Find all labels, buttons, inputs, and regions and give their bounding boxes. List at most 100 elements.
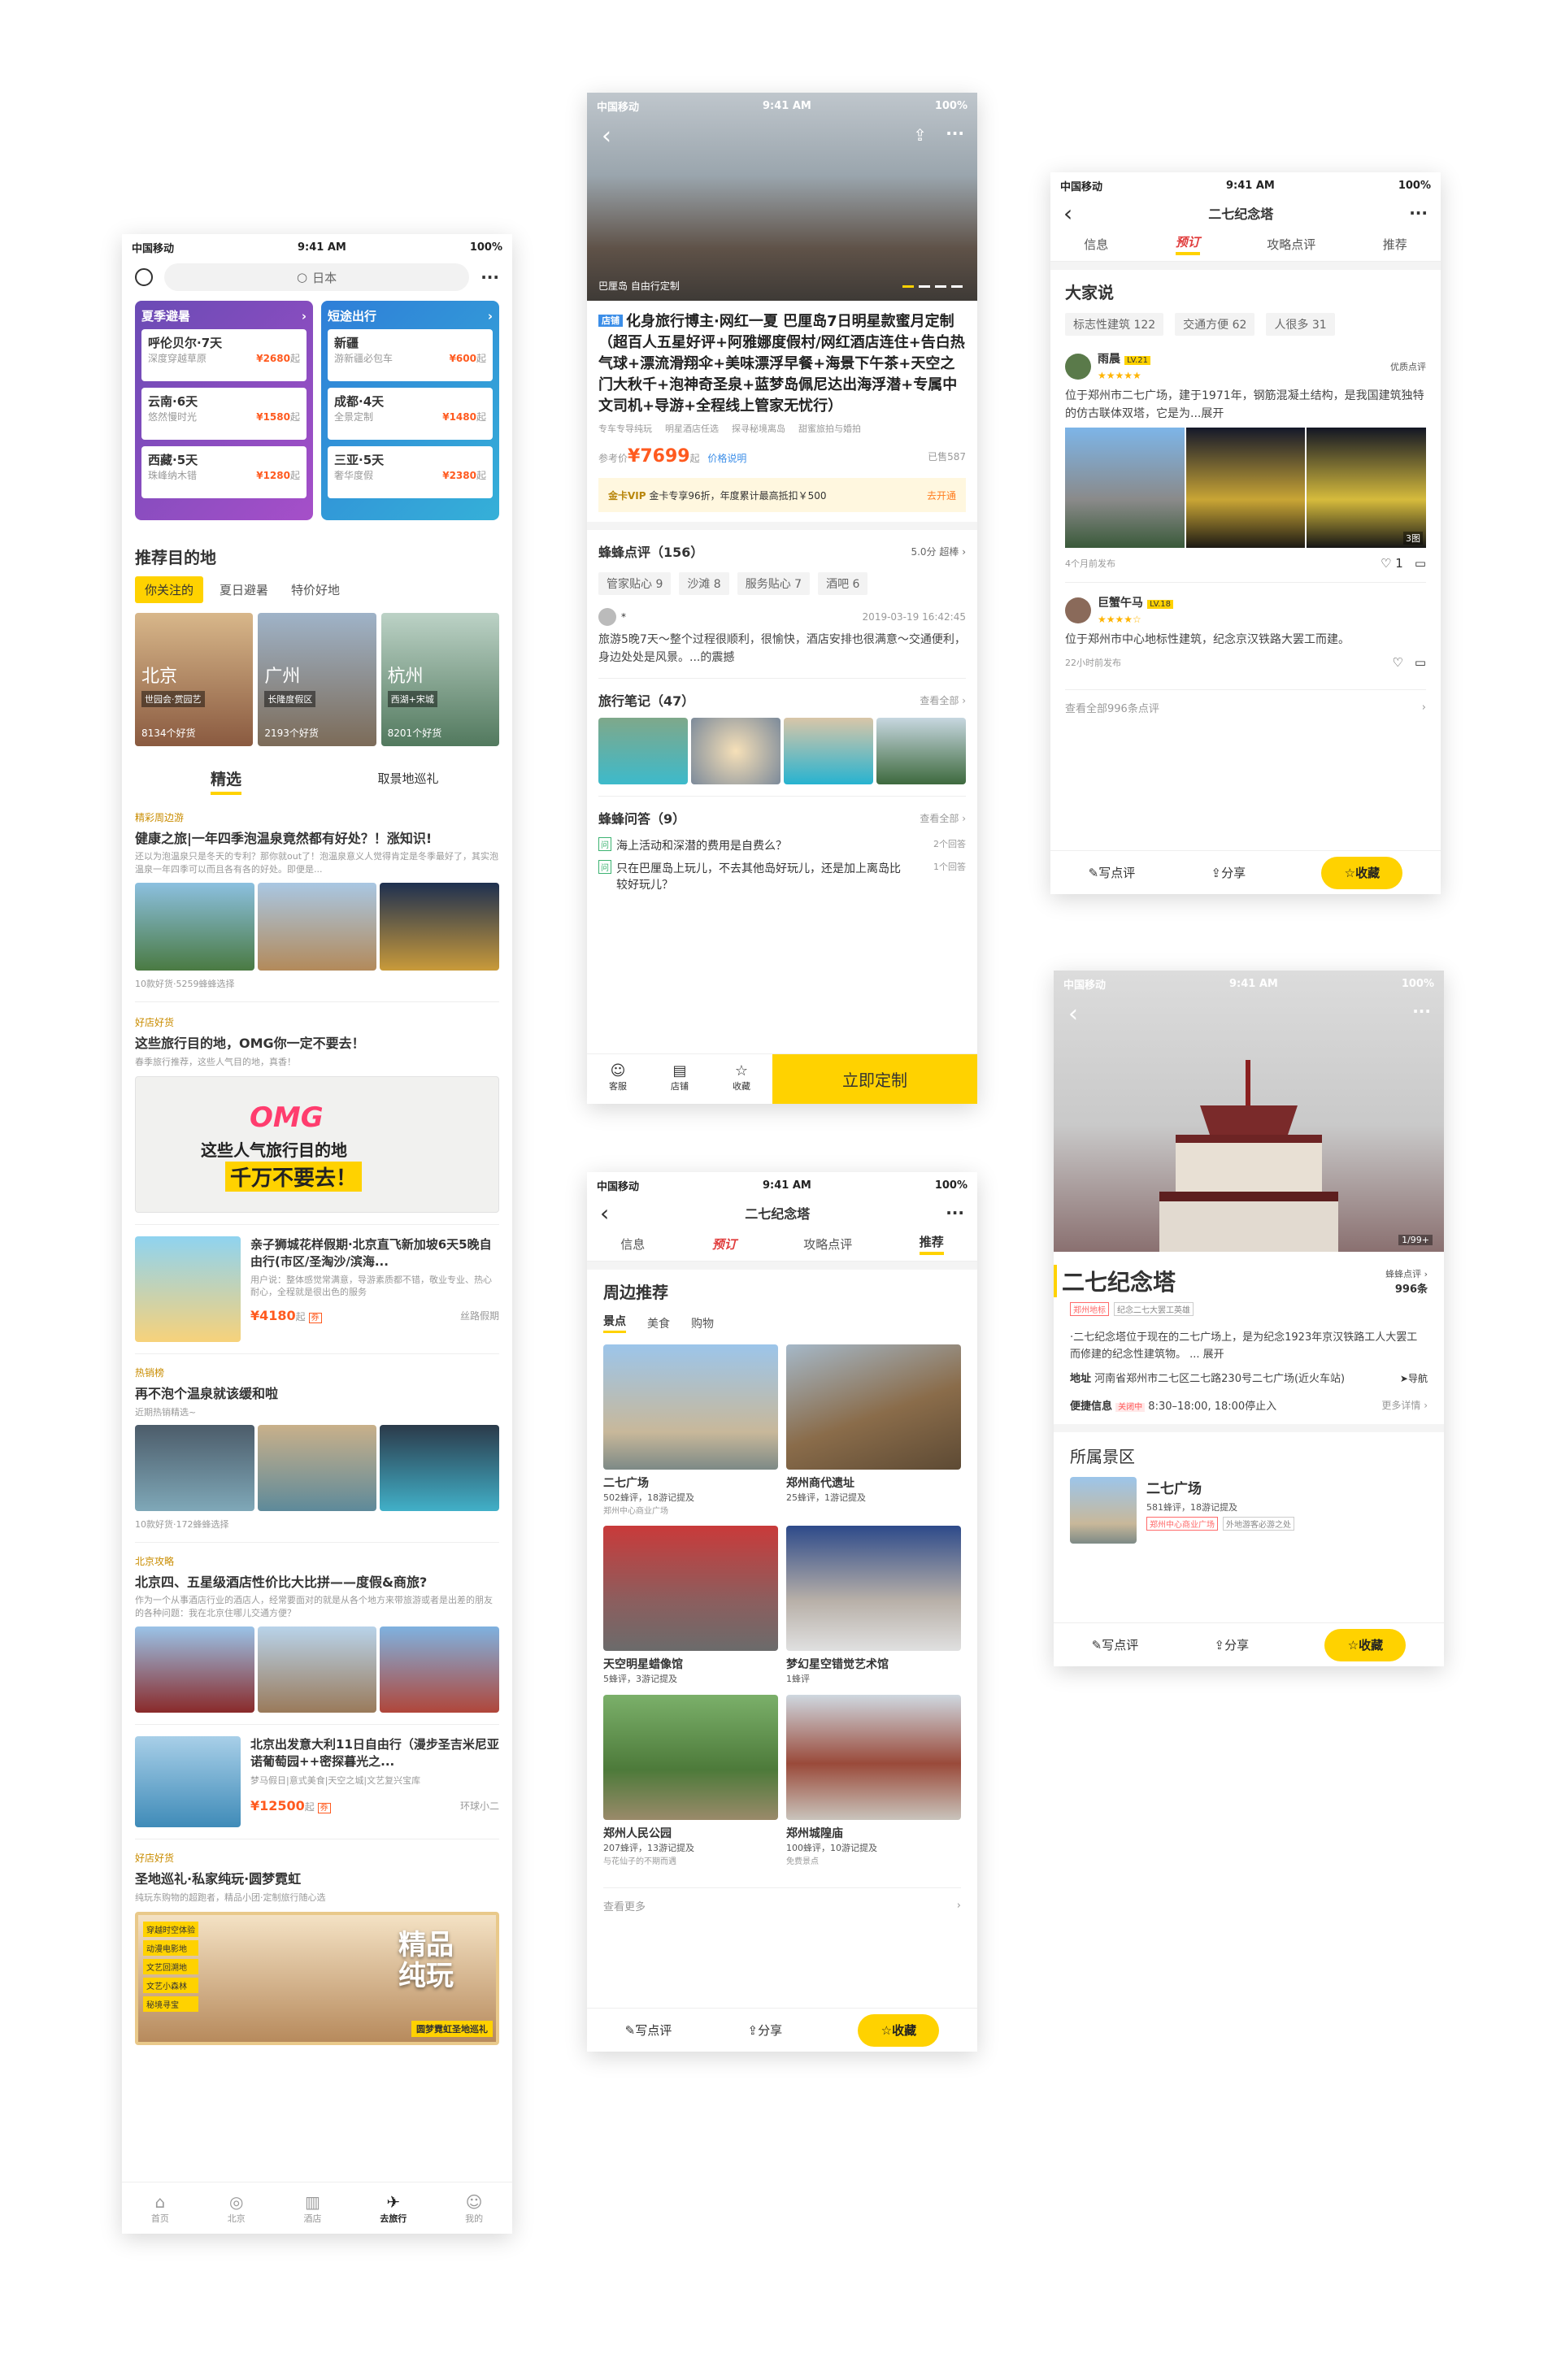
promo-card-short-trip[interactable]: 短途出行 › 新疆 游新疆必包车 ¥600起 成都·4天 全景定制 ¥1480起 三亚… <box>321 301 499 520</box>
qa-item[interactable]: 问只在巴厘岛上玩儿，不去其他岛好玩儿，还是加上离岛比较好玩儿？ 1个回答 <box>598 860 966 892</box>
feed-article-beijing-hotels[interactable]: 北京攻略 北京四、五星级酒店性价比大比拼——度假&商旅? 作为一个从事酒店行业的… <box>122 1543 512 1713</box>
subtab-shopping[interactable]: 购物 <box>691 1315 714 1331</box>
comment-icon[interactable]: ▭ <box>1415 655 1426 670</box>
promo-item[interactable]: 呼伦贝尔·7天 深度穿越草原 ¥2680起 <box>141 329 307 381</box>
tab-info[interactable]: 信息 <box>1084 236 1108 253</box>
history-icon[interactable] <box>135 268 153 286</box>
subtab-sights[interactable]: 景点 <box>603 1313 626 1333</box>
feed-article-anime-tour[interactable]: 好店好货 圣地巡礼·私家纯玩·圆梦霓虹 纯玩东购物的超跑者，精品小团·定制旅行随… <box>122 1839 512 2045</box>
back-icon[interactable]: ‹ <box>1068 1000 1078 1028</box>
favorite-button[interactable]: ☆ 收藏 <box>858 2013 940 2047</box>
feed-article-omg[interactable]: 好店好货 这些旅行目的地，OMG你一定不要去！ 春季旅行推荐，这些人气目的地，真… <box>122 1002 512 1213</box>
more-icon[interactable]: ··· <box>946 1203 964 1223</box>
poi-card[interactable]: 郑州城隍庙 100蜂评，10游记提及 免费景点 <box>786 1695 961 1866</box>
scenic-area-card[interactable]: 二七广场 581蜂评，18游记提及 郑州中心商业广场 外地游客必游之处 <box>1070 1477 1428 1544</box>
destination-card-beijing[interactable]: 北京 世园会·赏园艺 8134个好货 <box>135 613 254 746</box>
price-explain-link[interactable]: 价格说明 <box>707 453 746 464</box>
rec-tab-summer[interactable]: 夏日避暑 <box>213 576 275 603</box>
navigate-button[interactable]: ➤导航 <box>1400 1371 1428 1385</box>
review-chip[interactable]: 服务贴心 7 <box>737 572 811 595</box>
back-icon[interactable]: ‹ <box>602 122 611 150</box>
search-input[interactable]: ○ 日本 <box>164 263 470 291</box>
poi-card[interactable]: 郑州人民公园 207蜂评，13游记提及 与花仙子的不期而遇 <box>603 1695 778 1866</box>
write-review-button[interactable]: ✎写点评 <box>625 2022 672 2039</box>
poi-card[interactable]: 郑州商代遗址 25蜂评，1游记提及 <box>786 1344 961 1516</box>
poi-card[interactable]: 天空明星蜡像馆 5蜂评，3游记提及 <box>603 1526 778 1685</box>
nav-home[interactable]: ⌂ 首页 <box>151 2192 169 2225</box>
qa-section[interactable]: 蜂蜂问答（9） 查看全部 › 问海上活动和深潜的费用是自费么？ 2个回答 问只在巴… <box>587 797 977 892</box>
share-button[interactable]: ⇪分享 <box>1211 864 1246 881</box>
review-item[interactable]: 雨晨 LV.21 ★★★★★ 优质点评 位于郑州市二七广场，建于1971年，钢筋混… <box>1065 350 1427 571</box>
promo-item[interactable]: 新疆 游新疆必包车 ¥600起 <box>328 329 493 381</box>
feed-article-hot-spring[interactable]: 精彩周边游 健康之旅|一年四季泡温泉竟然都有好处？！涨知识! 还以为泡温泉只是冬… <box>122 796 512 990</box>
review-image[interactable] <box>1185 428 1306 548</box>
review-chip[interactable]: 标志性建筑 122 <box>1065 313 1164 336</box>
more-icon[interactable]: ··· <box>480 267 499 287</box>
promo-item[interactable]: 西藏·5天 珠峰纳木错 ¥1280起 <box>141 446 307 498</box>
review-item[interactable]: 巨蟹午马 LV.18 ★★★★☆ 位于郑州市中心地标性建筑，纪念京汉铁路大罢工而建… <box>1065 594 1426 670</box>
more-icon[interactable]: ··· <box>946 124 964 143</box>
promo-item[interactable]: 云南·6天 悠然慢时光 ¥1580起 <box>141 388 307 440</box>
notes-section[interactable]: 旅行笔记（47） 查看全部 › <box>587 679 977 784</box>
more-icon[interactable]: ··· <box>1412 1001 1431 1021</box>
favorite-button[interactable]: ☆ 收藏 <box>1321 856 1403 889</box>
feed-article-hotsale[interactable]: 热销榜 再不泡个温泉就该缓和啦 近期热销精选~ 10款好货·172蜂蜂选择 <box>122 1354 512 1531</box>
tab-info[interactable]: 信息 <box>620 1236 645 1253</box>
note-image[interactable] <box>691 718 780 784</box>
note-image[interactable] <box>784 718 873 784</box>
promo-card-summer[interactable]: 夏季避暑 › 呼伦贝尔·7天 深度穿越草原 ¥2680起 云南·6天 悠然慢时光 ¥1… <box>135 301 313 520</box>
vip-banner[interactable]: 金卡VIP 金卡专享96折，年度累计最高抵扣￥500 去开通 <box>598 478 966 512</box>
tab-reviews[interactable]: 攻略点评 <box>803 1236 852 1253</box>
tab-booking[interactable]: 预订 <box>1175 233 1200 255</box>
rec-tab-deals[interactable]: 特价好地 <box>285 576 346 603</box>
review-chip[interactable]: 交通方便 62 <box>1175 313 1255 336</box>
destination-card-hangzhou[interactable]: 杭州 西湖+宋城 8201个好货 <box>380 613 499 746</box>
write-review-button[interactable]: ✎写点评 <box>1092 1636 1139 1653</box>
more-details-link[interactable]: 更多详情 › <box>1381 1398 1428 1412</box>
tab-recommend[interactable]: 推荐 <box>919 1233 944 1255</box>
tab-booking[interactable]: 预订 <box>712 1236 737 1253</box>
promo-item[interactable]: 三亚·5天 奢华度假 ¥2380起 <box>328 446 493 498</box>
note-image[interactable] <box>876 718 966 784</box>
poi-card[interactable]: 二七广场 502蜂评，18游记提及 郑州中心商业广场 <box>603 1344 778 1516</box>
share-button[interactable]: ⇪分享 <box>747 2022 782 2039</box>
shop-button[interactable]: ▤ 店铺 <box>649 1054 711 1104</box>
favorite-button[interactable]: ☆ 收藏 <box>1324 1628 1407 1661</box>
review-image[interactable]: 3图 <box>1307 428 1427 548</box>
more-icon[interactable]: ··· <box>1409 203 1428 223</box>
feed-product-singapore[interactable]: 亲子狮城花样假期·北京直飞新加坡6天5晚自由行(市区/圣淘沙/滨海... 用户说… <box>122 1225 512 1342</box>
promo-item[interactable]: 成都·4天 全景定制 ¥1480起 <box>328 388 493 440</box>
write-review-button[interactable]: ✎写点评 <box>1089 864 1136 881</box>
share-button[interactable]: ⇪分享 <box>1214 1636 1249 1653</box>
share-icon[interactable]: ⇪ <box>913 125 927 145</box>
review-image[interactable] <box>1065 428 1185 548</box>
note-image[interactable] <box>598 718 688 784</box>
favorite-button[interactable]: ☆ 收藏 <box>711 1054 772 1104</box>
nav-hotel[interactable]: ▥ 酒店 <box>303 2192 321 2225</box>
nav-mine[interactable]: ☺ 我的 <box>465 2192 483 2225</box>
destination-card-guangzhou[interactable]: 广州 长隆度假区 2193个好货 <box>258 613 376 746</box>
review-section[interactable]: 蜂蜂点评（156） 5.0分 超棒 › 管家贴心 9 沙滩 8 服务贴心 7 酒吧… <box>587 530 977 667</box>
see-more-link[interactable]: 查看更多 › <box>603 1887 961 1913</box>
back-icon[interactable]: ‹ <box>1063 200 1072 227</box>
tab-recommend[interactable]: 推荐 <box>1383 236 1407 253</box>
review-chip[interactable]: 管家贴心 9 <box>598 572 672 595</box>
heart-icon[interactable]: ♡ <box>1392 655 1402 670</box>
feed-tab-selected[interactable]: 精选 <box>210 771 241 795</box>
see-all-reviews[interactable]: 查看全部996条点评 › <box>1065 689 1426 715</box>
rec-tab-following[interactable]: 你关注的 <box>135 576 204 603</box>
review-chip[interactable]: 酒吧 6 <box>818 572 868 595</box>
back-icon[interactable]: ‹ <box>600 1200 609 1227</box>
feed-tab-locations[interactable]: 取景地巡礼 <box>377 771 438 786</box>
poi-card[interactable]: 梦幻星空错觉艺术馆 1蜂评 <box>786 1526 961 1685</box>
tab-reviews[interactable]: 攻略点评 <box>1267 236 1315 253</box>
comment-icon[interactable]: ▭ <box>1415 556 1426 571</box>
customize-button[interactable]: 立即定制 <box>772 1054 977 1104</box>
subtab-food[interactable]: 美食 <box>647 1315 670 1331</box>
nav-travel[interactable]: ✈ 去旅行 <box>380 2192 407 2225</box>
feed-product-italy[interactable]: 北京出发意大利11日自由行（漫步圣吉米尼亚诺葡萄园++密探暮光之... 梦马假日… <box>122 1725 512 1827</box>
review-chip[interactable]: 人很多 31 <box>1266 313 1335 336</box>
nav-city[interactable]: ◎ 北京 <box>228 2192 246 2225</box>
service-button[interactable]: ☺ 客服 <box>587 1054 649 1104</box>
like-button[interactable]: ♡ 1 <box>1381 556 1403 571</box>
